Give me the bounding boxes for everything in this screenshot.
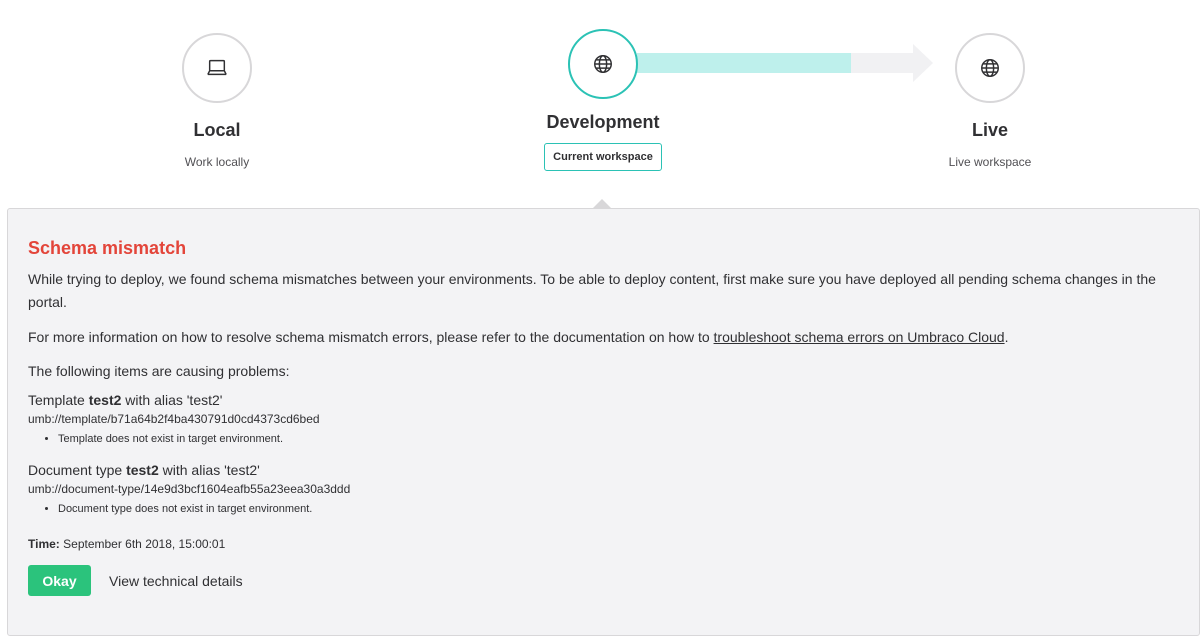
issue-udi: umb://template/b71a64b2f4ba430791d0cd437…	[28, 412, 320, 426]
help-text-prefix: For more information on how to resolve s…	[28, 329, 714, 345]
environment-development: Development Current workspace	[483, 0, 723, 171]
issue-name: test2	[88, 392, 122, 408]
issue-alias: with alias 'test2'	[125, 392, 223, 408]
issue-title: Document type test2 with alias 'test2'	[28, 461, 1179, 479]
error-timestamp: Time: September 6th 2018, 15:00:01	[28, 537, 1179, 551]
issues-intro: The following items are causing problems…	[28, 363, 290, 379]
environment-local-subtitle: Work locally	[184, 155, 250, 169]
laptop-icon	[207, 59, 227, 76]
view-technical-details-link[interactable]: View technical details	[109, 573, 243, 589]
issue-item: Document type test2 with alias 'test2' u…	[28, 461, 1179, 517]
panel-description: While trying to deploy, we found schema …	[28, 271, 1156, 310]
panel-title: Schema mismatch	[28, 238, 187, 258]
environment-development-name: Development	[546, 112, 660, 132]
environment-live-subtitle: Live workspace	[948, 155, 1032, 169]
okay-button[interactable]: Okay	[28, 565, 91, 596]
environment-live-name: Live	[971, 120, 1009, 140]
issue-item: Template test2 with alias 'test2' umb://…	[28, 391, 1179, 447]
time-label: Time:	[28, 537, 60, 551]
issue-reason-list: Template does not exist in target enviro…	[58, 431, 1179, 447]
globe-icon	[594, 55, 612, 73]
schema-mismatch-panel: Schema mismatch While trying to deploy, …	[7, 208, 1200, 636]
issue-name: test2	[126, 462, 159, 478]
environment-development-circle	[568, 29, 638, 99]
environment-live: Live Live workspace	[870, 0, 1110, 169]
globe-icon	[981, 59, 999, 77]
panel-help-text: For more information on how to resolve s…	[28, 326, 1179, 349]
issue-title: Template test2 with alias 'test2'	[28, 391, 1179, 409]
issue-udi: umb://document-type/14e9d3bcf1604eafb55a…	[28, 482, 351, 496]
environment-live-circle	[955, 33, 1025, 103]
issue-alias: with alias 'test2'	[162, 462, 260, 478]
issue-reason: Template does not exist in target enviro…	[58, 431, 1179, 447]
help-text-suffix: .	[1004, 329, 1009, 345]
time-value: September 6th 2018, 15:00:01	[63, 537, 226, 551]
issue-reason-list: Document type does not exist in target e…	[58, 501, 1179, 517]
issue-type: Document type	[28, 462, 123, 478]
environment-local: Local Work locally	[97, 0, 337, 169]
environment-local-name: Local	[193, 120, 241, 140]
issue-reason: Document type does not exist in target e…	[58, 501, 1179, 517]
deploy-workflow: Local Work locally Development Current w…	[0, 0, 1204, 200]
panel-actions: Okay View technical details	[28, 565, 1179, 596]
environment-local-circle	[182, 33, 252, 103]
current-workspace-badge: Current workspace	[544, 143, 662, 171]
troubleshoot-docs-link[interactable]: troubleshoot schema errors on Umbraco Cl…	[714, 329, 1005, 345]
issue-type: Template	[28, 392, 85, 408]
